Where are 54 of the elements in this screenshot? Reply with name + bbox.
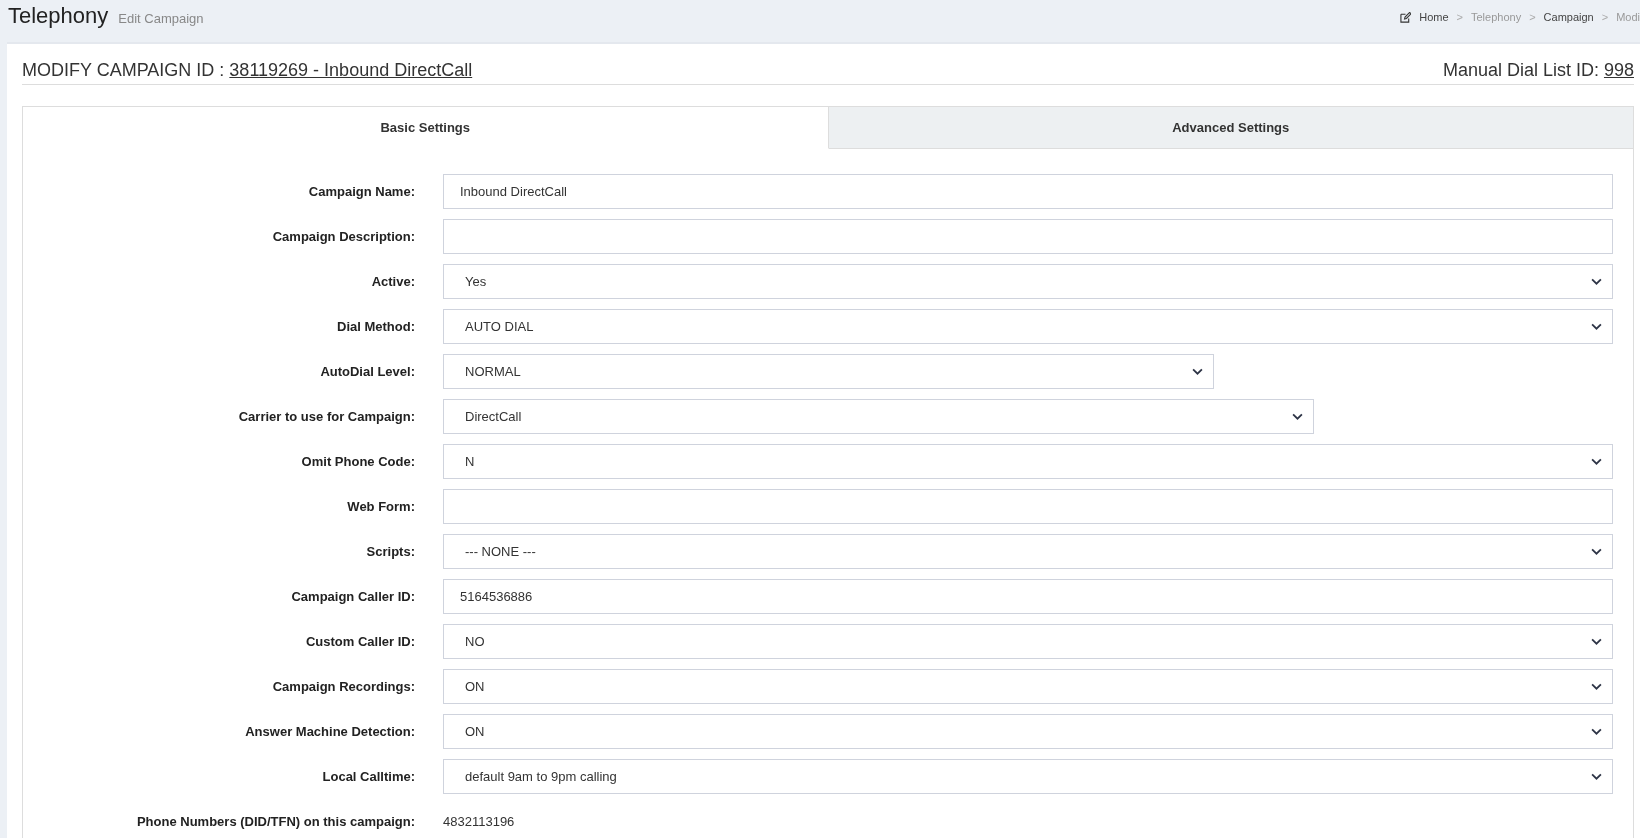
breadcrumb-link[interactable]: Home xyxy=(1419,11,1449,23)
field-label: Answer Machine Detection: xyxy=(244,724,416,739)
edit-icon xyxy=(1400,11,1412,23)
field-label: Custom Caller ID: xyxy=(304,634,416,649)
field-label: Campaign Recordings: xyxy=(271,679,416,694)
chevron-down-icon xyxy=(1591,458,1602,465)
field-label: Local Calltime: xyxy=(321,769,416,784)
dropdown[interactable]: --- NONE --- xyxy=(443,534,1613,569)
dropdown[interactable]: AUTO DIAL xyxy=(443,309,1613,344)
chevron-down-icon xyxy=(1591,638,1602,645)
dropdown[interactable]: NO xyxy=(443,624,1613,659)
chevron-down-icon xyxy=(1591,548,1602,555)
field-label: Campaign Description: xyxy=(271,229,416,244)
chevron-down-icon xyxy=(1292,413,1303,420)
list-id-label: Manual Dial List ID: xyxy=(1442,60,1599,81)
field-label: AutoDial Level: xyxy=(319,364,416,379)
dropdown[interactable]: ON xyxy=(443,669,1613,704)
page-subtitle: Edit Campaign xyxy=(118,11,204,26)
campaign-title-link[interactable]: 38119269 - Inbound DirectCall xyxy=(229,60,473,81)
chevron-down-icon xyxy=(1192,368,1203,375)
chevron-down-icon xyxy=(1591,728,1602,735)
breadcrumb-separator: > xyxy=(1529,11,1536,23)
list-id-link[interactable]: 998 xyxy=(1603,60,1634,81)
breadcrumb-separator: > xyxy=(1456,11,1463,23)
settings-tab[interactable]: Advanced Settings xyxy=(828,106,1633,149)
text-field[interactable] xyxy=(443,489,1613,524)
text-field[interactable]: Inbound DirectCall xyxy=(443,174,1613,209)
dropdown[interactable]: Yes xyxy=(443,264,1613,299)
dropdown[interactable]: DirectCall xyxy=(443,399,1314,434)
field-label: Web Form: xyxy=(346,499,416,514)
dropdown[interactable]: NORMAL xyxy=(443,354,1214,389)
field-label: Dial Method: xyxy=(336,319,416,334)
heading-label: MODIFY CAMPAIGN ID : xyxy=(22,60,225,81)
field-label: Campaign Caller ID: xyxy=(290,589,416,604)
text-field[interactable] xyxy=(443,219,1613,254)
field-label: Active: xyxy=(370,274,416,289)
field-label: Omit Phone Code: xyxy=(300,454,416,469)
breadcrumb-separator: > xyxy=(1601,11,1609,23)
field-label: Campaign Name: xyxy=(307,184,416,199)
dropdown[interactable]: N xyxy=(443,444,1613,479)
chevron-down-icon xyxy=(1591,773,1602,780)
dropdown[interactable]: ON xyxy=(443,714,1613,749)
breadcrumb-link[interactable]: Campaign xyxy=(1543,11,1594,23)
dropdown[interactable]: default 9am to 9pm calling xyxy=(443,759,1613,794)
field-label: Phone Numbers (DID/TFN) on this campaign: xyxy=(135,814,416,829)
settings-tab[interactable]: Basic Settings xyxy=(23,106,829,149)
chevron-down-icon xyxy=(1591,278,1602,285)
chevron-down-icon xyxy=(1591,683,1602,690)
text-field[interactable]: 5164536886 xyxy=(443,579,1613,614)
page-title: Telephony xyxy=(8,3,109,29)
field-value: 4832113196 xyxy=(443,814,515,829)
chevron-down-icon xyxy=(1591,323,1602,330)
field-label: Scripts: xyxy=(365,544,416,559)
field-label: Carrier to use for Campaign: xyxy=(237,409,416,424)
